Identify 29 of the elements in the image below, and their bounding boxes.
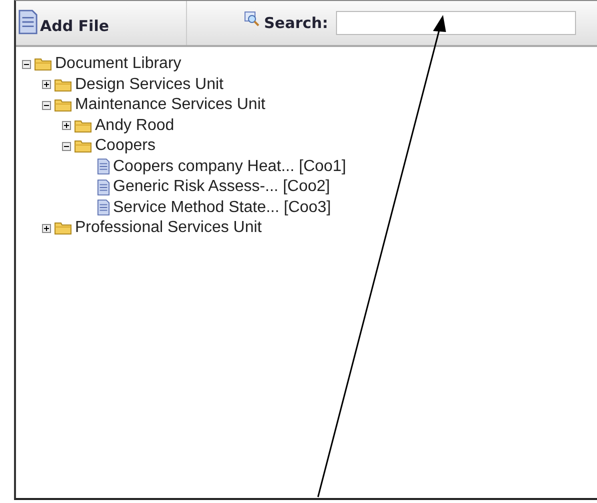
- tree-item[interactable]: Andy Rood: [95, 116, 174, 135]
- collapse-icon[interactable]: [22, 60, 31, 69]
- collapse-icon[interactable]: [42, 100, 51, 110]
- folder-icon: [54, 221, 72, 236]
- expand-icon[interactable]: [42, 224, 51, 233]
- tree-item[interactable]: Generic Risk Assess-... [Coo2]: [113, 178, 330, 196]
- document-icon: [97, 178, 110, 196]
- document-icon: [18, 9, 38, 35]
- folder-icon: [54, 78, 72, 92]
- tree-item[interactable]: Professional Services Unit: [75, 219, 262, 238]
- search-icon: [244, 11, 260, 27]
- tree-item[interactable]: Service Method State... [Coo3]: [113, 198, 331, 217]
- collapse-icon[interactable]: [62, 142, 71, 151]
- document-icon: [97, 199, 110, 216]
- folder-icon: [74, 118, 92, 133]
- tree-item[interactable]: Document Library: [55, 55, 182, 74]
- folder-icon: [34, 57, 52, 72]
- tree-item[interactable]: Coopers company Heat... [Coo1]: [113, 158, 346, 176]
- expand-icon[interactable]: [42, 80, 51, 90]
- folder-icon: [54, 98, 72, 112]
- search-label: Search:: [264, 14, 328, 32]
- add-file-button[interactable]: Add File: [16, 1, 186, 45]
- tree-item[interactable]: Design Services Unit: [75, 76, 224, 94]
- expand-icon[interactable]: [62, 121, 71, 130]
- tree-item[interactable]: Maintenance Services Unit: [75, 96, 266, 114]
- search-field[interactable]: [336, 11, 576, 35]
- folder-icon: [74, 139, 92, 154]
- tree-item[interactable]: Coopers: [95, 137, 156, 156]
- document-icon: [97, 158, 110, 176]
